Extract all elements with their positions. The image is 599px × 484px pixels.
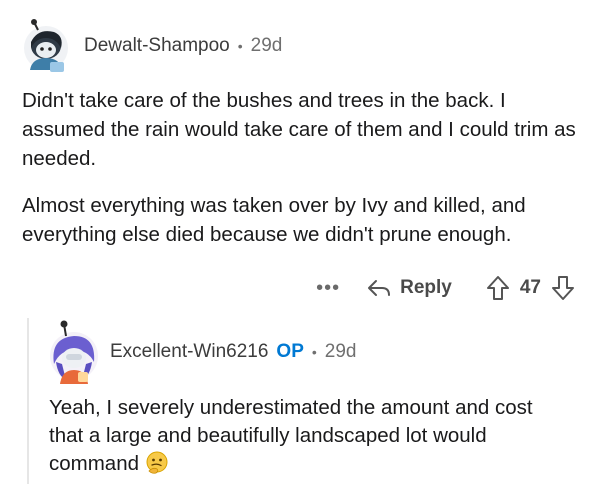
avatar[interactable] — [20, 18, 76, 74]
username[interactable]: Dewalt-Shampoo — [84, 35, 230, 57]
comment-age: 29d — [250, 35, 283, 56]
avatar-image — [24, 19, 68, 72]
comment: Dewalt-Shampoo • 29d Didn't take care of… — [0, 0, 599, 312]
downvote-arrow-icon[interactable] — [551, 275, 575, 301]
comment-body: Yeah, I severely underestimated the amou… — [49, 394, 569, 478]
comment-actions: ••• Reply 47 — [316, 268, 575, 308]
more-options-button[interactable]: ••• — [316, 277, 340, 300]
vote-count: 47 — [519, 277, 541, 298]
comment-meta: Dewalt-Shampoo • 29d — [84, 35, 282, 57]
upvote-arrow-icon[interactable] — [486, 275, 510, 301]
reply-icon — [368, 280, 391, 296]
username[interactable]: Excellent-Win6216 — [110, 341, 268, 363]
comment-age: 29d — [324, 341, 357, 362]
comment-header: Excellent-Win6216 OP • 29d — [44, 316, 356, 388]
comment-text: Yeah, I severely underestimated the amou… — [49, 396, 533, 475]
comment-header: Dewalt-Shampoo • 29d — [20, 14, 282, 78]
comment-paragraph: Almost everything was taken over by Ivy … — [22, 194, 526, 246]
op-badge: OP — [276, 341, 304, 362]
separator-dot: • — [311, 344, 317, 360]
comment-body: Didn't take care of the bushes and trees… — [22, 86, 582, 267]
reply-button[interactable]: Reply — [366, 277, 452, 299]
thinking-face-icon — [145, 451, 169, 475]
separator-dot: • — [237, 38, 243, 54]
comment-paragraph: Didn't take care of the bushes and trees… — [22, 89, 576, 170]
avatar-image — [50, 320, 98, 384]
comment-meta: Excellent-Win6216 OP • 29d — [110, 341, 356, 363]
vote-controls: 47 — [486, 275, 575, 301]
reply-label: Reply — [400, 277, 452, 298]
avatar[interactable] — [44, 316, 104, 388]
